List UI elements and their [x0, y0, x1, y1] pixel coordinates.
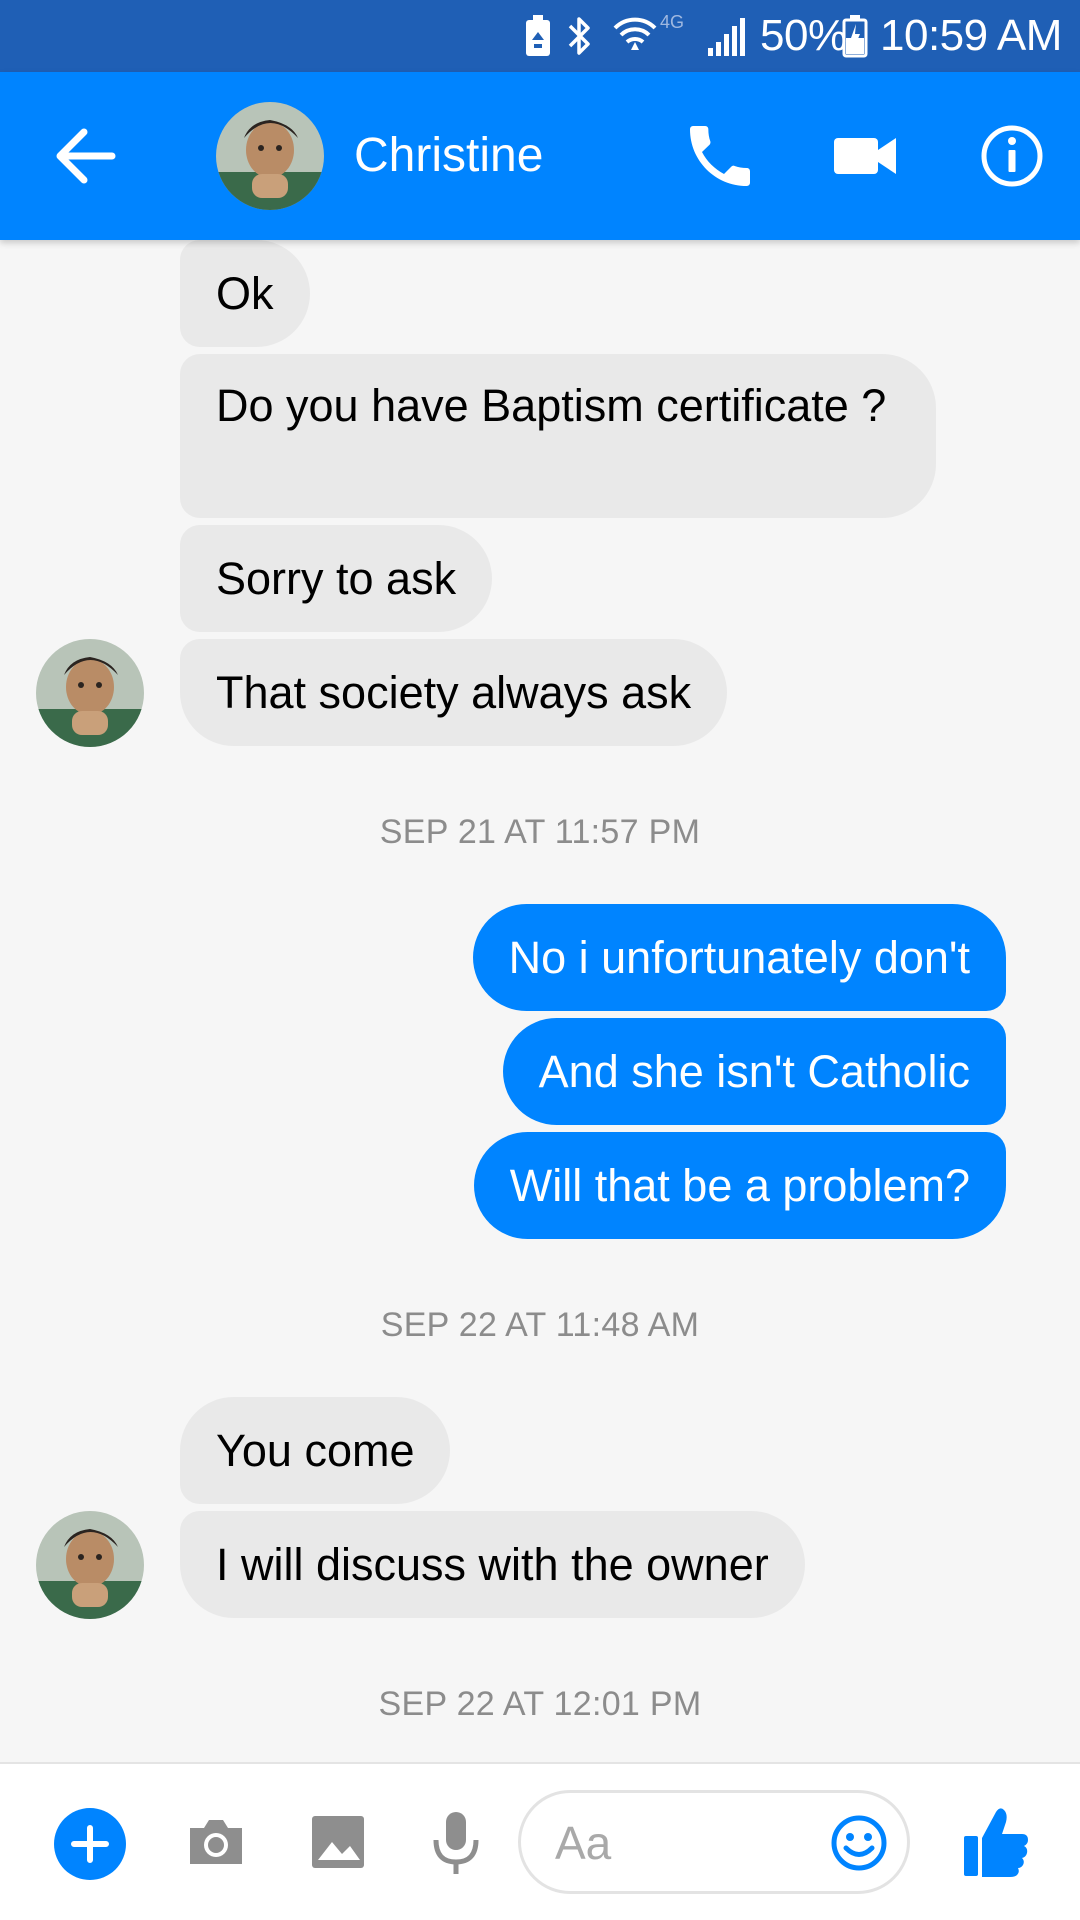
emoji-button[interactable]: [829, 1813, 889, 1873]
wifi-icon: [612, 14, 658, 63]
video-call-button[interactable]: [826, 116, 906, 196]
voice-call-button[interactable]: [680, 116, 760, 196]
thumbs-up-icon: [964, 1808, 1028, 1877]
back-arrow-icon: [56, 128, 116, 184]
message-input-placeholder: Aa: [555, 1817, 612, 1869]
incoming-message[interactable]: Sorry to ask: [180, 525, 493, 632]
outgoing-message[interactable]: And she isn't Catholic: [502, 1018, 1006, 1125]
status-bar: 4G 50% 10:59 AM: [0, 0, 1080, 72]
conversation-header: Christine: [0, 72, 1080, 240]
bluetooth-icon: [564, 14, 594, 63]
message-timestamp: SEP 22 AT 11:48 AM: [380, 1306, 700, 1344]
sender-avatar[interactable]: [36, 639, 144, 747]
conversation-info-button[interactable]: [968, 112, 1056, 200]
incoming-message[interactable]: I will discuss with the owner: [180, 1511, 805, 1618]
message-input[interactable]: Aa: [518, 1790, 910, 1894]
more-actions-button[interactable]: [54, 1808, 126, 1880]
messenger-screen: 4G 50% 10:59 AM Christine Ok Do you have…: [0, 0, 1080, 1920]
message-list[interactable]: Ok Do you have Baptism certificate ? Sor…: [0, 240, 1080, 1762]
emoji-icon: [831, 1815, 887, 1871]
image-icon: [312, 1816, 364, 1868]
battery-percent: 50%: [760, 11, 847, 60]
plus-icon: [71, 1825, 109, 1863]
phone-icon: [690, 126, 750, 186]
back-button[interactable]: [44, 114, 128, 198]
incoming-message[interactable]: Ok: [180, 240, 310, 347]
incoming-message[interactable]: That society always ask: [180, 639, 728, 746]
battery-saver-icon: [524, 14, 552, 63]
contact-avatar[interactable]: [216, 102, 324, 210]
network-type-label: 4G: [660, 12, 685, 32]
gallery-button[interactable]: [306, 1810, 370, 1874]
outgoing-message[interactable]: Will that be a problem?: [473, 1132, 1006, 1239]
info-icon: [981, 125, 1043, 187]
sender-avatar[interactable]: [36, 1511, 144, 1619]
video-camera-icon: [834, 138, 896, 174]
message-timestamp: SEP 22 AT 12:01 PM: [378, 1685, 702, 1723]
contact-name[interactable]: Christine: [354, 128, 543, 184]
outgoing-message[interactable]: No i unfortunately don't: [472, 904, 1006, 1011]
incoming-message[interactable]: You come: [180, 1397, 451, 1504]
camera-icon: [190, 1820, 242, 1864]
message-composer: Aa: [0, 1762, 1080, 1920]
like-button[interactable]: [962, 1804, 1030, 1880]
battery-icon: [842, 14, 868, 63]
microphone-icon: [433, 1812, 479, 1874]
voice-message-button[interactable]: [428, 1806, 484, 1878]
camera-button[interactable]: [184, 1810, 248, 1874]
clock: 10:59 AM: [880, 11, 1062, 60]
incoming-message[interactable]: Do you have Baptism certificate ?: [180, 354, 936, 518]
signal-icon: [706, 14, 748, 63]
message-timestamp: SEP 21 AT 11:57 PM: [379, 813, 701, 851]
